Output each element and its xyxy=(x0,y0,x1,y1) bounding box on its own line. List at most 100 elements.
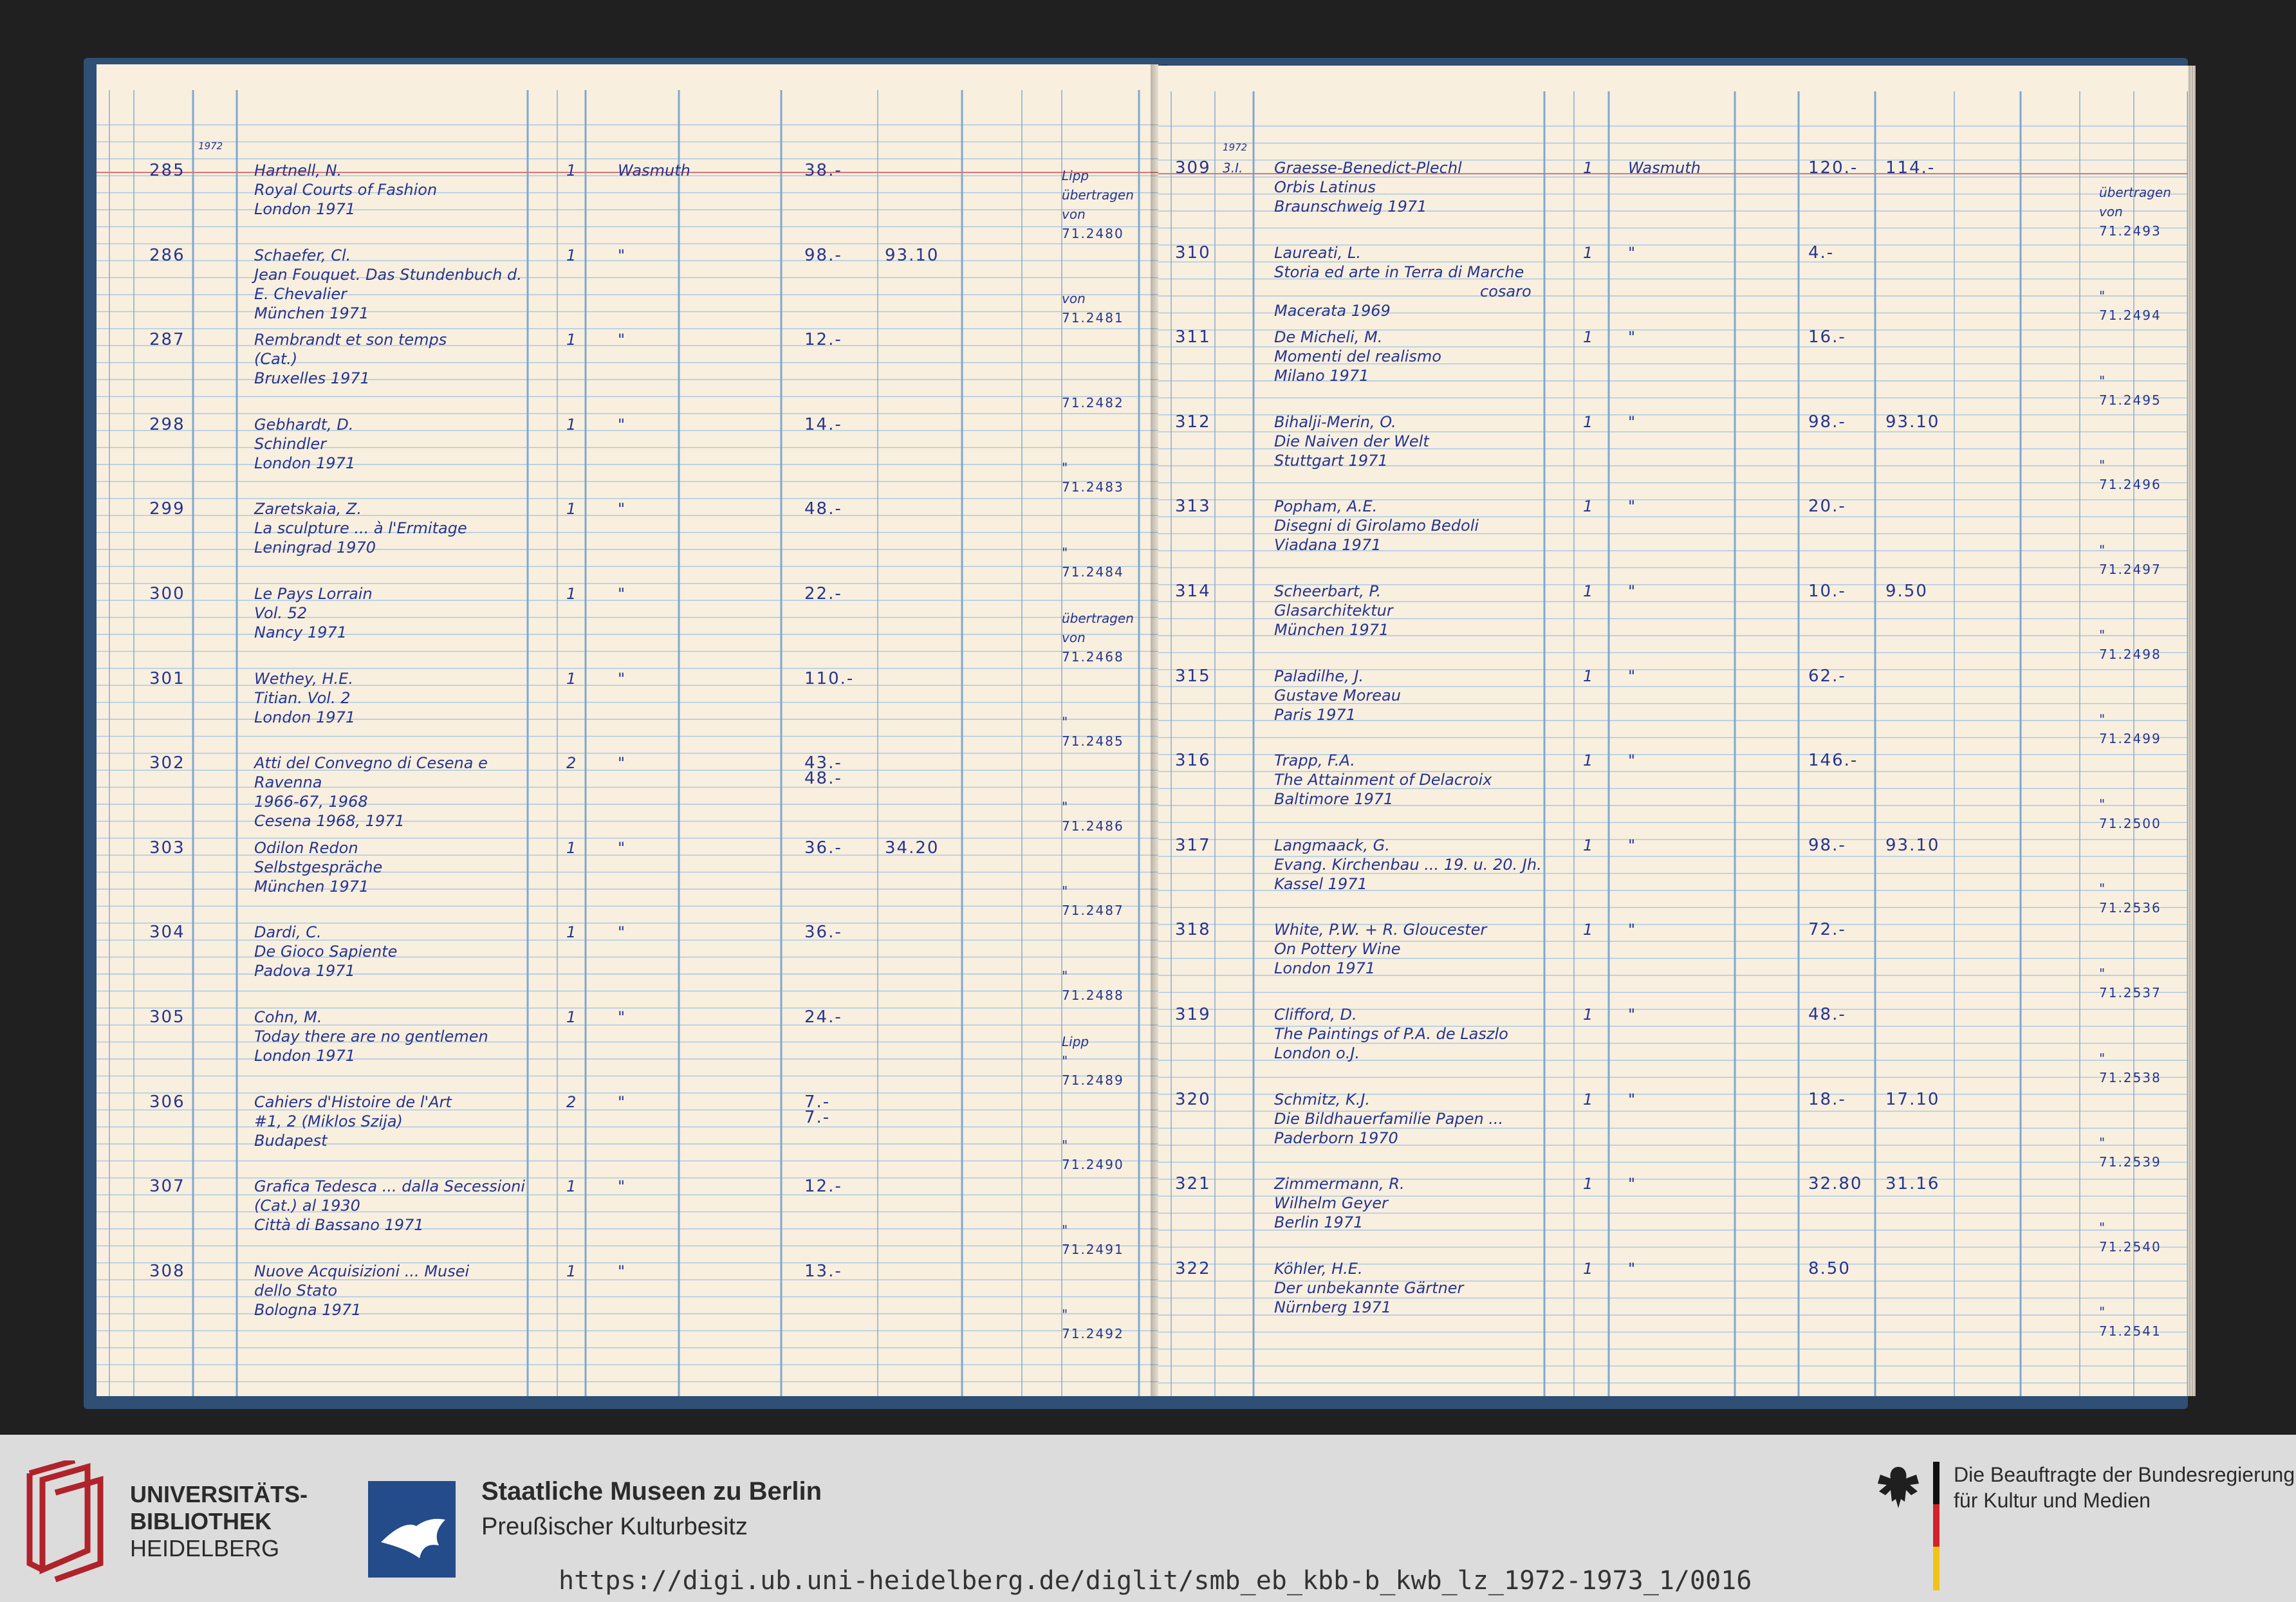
entry-number: 312 xyxy=(1175,412,1211,432)
entry-number: 311 xyxy=(1175,327,1211,347)
entry-title-line: Atti del Convegno di Cesena e xyxy=(254,754,488,773)
entry-title-line: Wilhelm Geyer xyxy=(1274,1194,1388,1213)
entry-dealer: " xyxy=(1628,751,1636,770)
entry-price: 4.- xyxy=(1808,243,1835,262)
entry-number: 321 xyxy=(1175,1174,1211,1194)
entry-price: 12.- xyxy=(804,1177,842,1197)
entry-title-line: Disegni di Girolamo Bedoli xyxy=(1274,517,1479,535)
entry-title-line: Schmitz, K.J. xyxy=(1274,1090,1371,1109)
entry-remark: 71.2485 xyxy=(1062,733,1124,750)
entry-price: 98.- xyxy=(1808,412,1846,432)
entry-title-line: Hartnell, N. xyxy=(254,161,342,180)
entry-title-line: Braunschweig 1971 xyxy=(1274,198,1427,216)
entry-dealer: " xyxy=(1628,497,1636,516)
entry-remark: Lipp xyxy=(1062,1033,1089,1049)
entry-count: 1 xyxy=(566,1262,577,1280)
entry-net-price: 17.10 xyxy=(1885,1089,1940,1109)
entry-remark: 71.2480 xyxy=(1062,225,1124,241)
entry-remark: " xyxy=(2099,966,2106,981)
entry-dealer: " xyxy=(618,1008,625,1026)
entry-title-line: Langmaack, G. xyxy=(1274,836,1390,854)
entry-title-line: Milano 1971 xyxy=(1274,367,1369,385)
entry-count: 1 xyxy=(1583,497,1593,516)
entry-price: 22.- xyxy=(804,584,842,603)
entry-price: 120.- xyxy=(1808,158,1858,178)
entry-remark: 71.2499 xyxy=(2099,731,2162,747)
entry-remark: 71.2540 xyxy=(2099,1238,2162,1255)
entry-remark: " xyxy=(2099,627,2106,643)
entry-net-price: 34.20 xyxy=(885,838,940,858)
entry-price: 36.- xyxy=(804,923,842,943)
entry-count: 1 xyxy=(1583,1175,1593,1193)
entry-dealer: " xyxy=(1628,1090,1636,1109)
bkm-line1: Die Beauftragte der Bundesregierung xyxy=(1954,1463,2295,1486)
entry-title-line: Nancy 1971 xyxy=(254,623,347,641)
entry-number: 314 xyxy=(1175,582,1211,601)
entry-price: 12.- xyxy=(804,330,842,350)
entry-title-line: Kassel 1971 xyxy=(1274,874,1367,893)
entry-title-line: dello Stato xyxy=(254,1281,338,1300)
entry-title-line: (Cat.) xyxy=(254,350,298,369)
smb-eagle-logo xyxy=(368,1481,456,1578)
entry-price: 10.- xyxy=(1808,582,1846,601)
entry-title-line: White, P.W. + R. Gloucester xyxy=(1274,921,1487,939)
entry-title-line: Paris 1971 xyxy=(1274,705,1356,724)
entry-remark: " xyxy=(1062,1307,1068,1323)
entry-remark: 71.2491 xyxy=(1062,1241,1124,1257)
entry-price: 13.- xyxy=(804,1261,842,1281)
entry-count: 1 xyxy=(1583,751,1593,770)
entry-remark: " xyxy=(1062,1137,1068,1154)
entry-title-line: London 1971 xyxy=(1274,959,1376,978)
entry-title-line: Today there are no gentlemen xyxy=(254,1027,488,1045)
entry-count: 1 xyxy=(566,1177,577,1196)
entry-remark: 71.2497 xyxy=(2099,562,2162,577)
entry-title-line: Stuttgart 1971 xyxy=(1274,451,1388,470)
entry-number: 303 xyxy=(149,838,185,858)
entry-dealer: " xyxy=(1628,1006,1636,1024)
entry-price: 7.- xyxy=(804,1107,831,1127)
entry-number: 318 xyxy=(1175,920,1211,940)
page-edges xyxy=(2188,66,2196,1396)
entry-remark: 71.2490 xyxy=(1062,1157,1124,1173)
entry-title-line: Popham, A.E. xyxy=(1274,497,1378,516)
entry-title-line: Zaretskaia, Z. xyxy=(254,500,362,519)
entry-title-line: Bologna 1971 xyxy=(254,1300,362,1319)
entry-title-line: On Pottery Wine xyxy=(1274,940,1401,959)
entry-remark: 71.2484 xyxy=(1062,564,1124,580)
entry-title-line: The Paintings of P.A. de Laszlo xyxy=(1274,1025,1508,1043)
entry-title-line: Cahiers d'Histoire de l'Art xyxy=(254,1092,452,1111)
entry-count: 1 xyxy=(566,331,577,349)
entry-net-price: 114.- xyxy=(1885,158,1936,178)
permalink-url[interactable]: https://digi.ub.uni-heidelberg.de/diglit… xyxy=(559,1566,1752,1596)
entry-title-line: Città di Bassano 1971 xyxy=(254,1216,424,1235)
german-flag-stripe xyxy=(1933,1462,1940,1590)
entry-remark: " xyxy=(2099,1050,2106,1066)
entry-title-line: The Attainment of Delacroix xyxy=(1274,771,1492,789)
entry-dealer: " xyxy=(618,246,625,264)
entry-remark: übertragen xyxy=(2099,184,2171,200)
entry-count: 1 xyxy=(566,246,577,264)
entry-remark: " xyxy=(2099,373,2106,389)
entry-number: 307 xyxy=(149,1177,185,1197)
entry-remark: von xyxy=(1062,629,1086,645)
entry-title-line: Odilon Redon xyxy=(254,838,358,857)
entry-title-line: London 1971 xyxy=(254,454,356,472)
entry-title-line: De Gioco Sapiente xyxy=(254,943,398,961)
entry-title-line: Orbis Latinus xyxy=(1274,178,1376,196)
entry-number: 301 xyxy=(149,668,185,688)
entry-number: 285 xyxy=(149,161,185,180)
entry-title-line: Scheerbart, P. xyxy=(1274,582,1382,600)
entry-count: 1 xyxy=(1583,1090,1593,1109)
entry-remark: 71.2486 xyxy=(1062,818,1124,834)
entry-count: 1 xyxy=(566,838,577,857)
ub-heidelberg-logo xyxy=(26,1460,104,1583)
entry-remark: " xyxy=(2099,1135,2106,1151)
entry-remark: 71.2541 xyxy=(2099,1323,2162,1340)
entry-remark: übertragen xyxy=(1062,187,1134,203)
entry-remark: " xyxy=(1062,460,1068,476)
entry-count: 1 xyxy=(1583,412,1593,431)
entry-title-line: Clifford, D. xyxy=(1274,1006,1357,1024)
entry-remark: 71.2481 xyxy=(1062,310,1124,326)
entry-number: 304 xyxy=(149,923,185,943)
entry-price: 48.- xyxy=(804,769,842,789)
